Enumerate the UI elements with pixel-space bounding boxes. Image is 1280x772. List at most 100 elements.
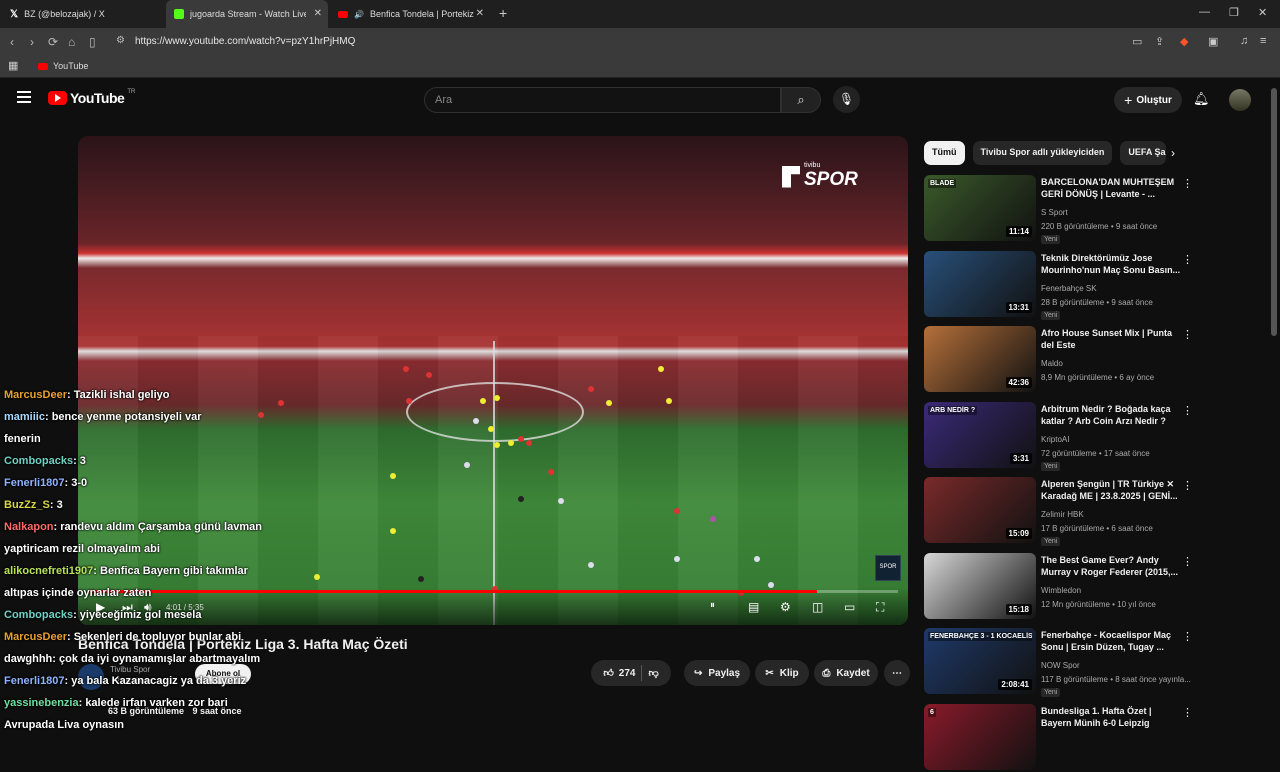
video-thumbnail[interactable]: BLADE 11:14 [924,175,1036,241]
channel-name[interactable]: Maldo [1041,359,1063,368]
video-thumbnail[interactable]: 15:18 [924,552,1036,619]
video-title[interactable]: Fenerbahçe - Kocaelispor Maç Sonu | Ersi… [1041,629,1181,653]
share-icon[interactable]: ⇪ [1155,35,1164,48]
settings-gear-icon[interactable]: ⚙ [780,600,791,614]
chat-username[interactable]: MarcusDeer [4,631,67,643]
cast-icon[interactable]: ▭ [1132,35,1142,48]
theater-mode-icon[interactable]: ▭ [844,600,855,614]
recommended-video[interactable]: 6 Bundesliga 1. Hafta Özet | Bayern Münih… [924,703,1193,772]
recommended-video[interactable]: ARB NEDİR ? 3:31 Arbitrum Nedir ? Boğada k… [924,401,1193,471]
subtitles-icon[interactable]: ▤ [748,600,759,614]
more-options-icon[interactable]: ⋮ [1182,706,1193,719]
more-actions-button[interactable]: ⋯ [884,660,910,686]
video-title[interactable]: BARCELONA'DAN MUHTEŞEM GERİ DÖNÜŞ | Leva… [1041,176,1181,200]
minimize-icon[interactable]: — [1199,6,1210,18]
site-info-icon[interactable]: ⚙ [116,35,125,46]
browser-tab-x[interactable]: 𝕏 BZ (@belozajak) / X [2,0,166,28]
reload-icon[interactable]: ⟳ [48,35,58,49]
close-tab-icon[interactable]: ✕ [314,8,322,19]
chat-username[interactable]: BuzZz_S [4,499,50,511]
chat-username[interactable]: mamiiic [4,411,45,423]
bookmark-youtube[interactable]: YouTube [38,61,88,71]
chat-username[interactable]: Combopacks [4,609,73,621]
more-options-icon[interactable]: ⋮ [1182,630,1193,643]
hamburger-menu-icon[interactable] [17,91,31,106]
recommended-video[interactable]: 13:31 Teknik Direktörümüz Jose Mourinho'n… [924,250,1193,320]
maximize-icon[interactable]: ❐ [1229,6,1239,19]
channel-name[interactable]: KriptoAI [1041,435,1069,444]
media-icon[interactable]: ♫ [1240,35,1248,47]
chat-username[interactable]: Nalkapon [4,521,54,533]
channel-name[interactable]: Wimbledon [1041,586,1081,595]
recommended-video[interactable]: 15:09 Alperen Şengün | TR Türkiye ✕ Karad… [924,477,1193,546]
more-options-icon[interactable]: ⋮ [1182,253,1193,266]
voice-search-button[interactable]: 🎙 [833,86,860,113]
url-field[interactable]: https://www.youtube.com/watch?v=pzY1hrPj… [135,36,355,47]
clip-button[interactable]: ✂ Klip [755,660,809,686]
recommended-video[interactable]: 15:18 The Best Game Ever? Andy Murray v R… [924,552,1193,621]
video-title[interactable]: Bundesliga 1. Hafta Özet | Bayern Münih … [1041,705,1181,729]
channel-name[interactable]: Zelimir HBK [1041,510,1084,519]
video-thumbnail[interactable]: 42:36 [924,326,1036,392]
video-title[interactable]: Arbitrum Nedir ? Boğada kaça katlar ? Ar… [1041,403,1181,427]
share-button[interactable]: ↪ Paylaş [684,660,750,686]
new-tab-icon[interactable]: + [499,5,507,21]
apps-grid-icon[interactable]: ▦ [8,59,18,72]
sidebar-icon[interactable]: ▣ [1208,35,1218,48]
channel-name[interactable]: Fenerbahçe SK [1041,284,1097,293]
channel-name[interactable]: S Sport [1041,208,1068,217]
video-thumbnail[interactable]: 6 [924,703,1036,770]
recommended-video[interactable]: 42:36 Afro House Sunset Mix | Punta del E… [924,326,1193,394]
filter-chip[interactable]: Tivibu Spor adlı yükleyiciden [972,141,1113,165]
recommended-video[interactable]: FENERBAHÇE 3 - 1 KOCAELİSPOR 2:08:41 Fener… [924,628,1193,697]
autoplay-toggle-icon[interactable]: ⏸ [710,600,715,611]
home-icon[interactable]: ⌂ [68,35,75,49]
video-title[interactable]: Alperen Şengün | TR Türkiye ✕ Karadağ ME… [1041,478,1181,502]
more-options-icon[interactable]: ⋮ [1182,479,1193,492]
chat-username[interactable]: yassinebenzia [4,697,79,709]
fullscreen-icon[interactable]: ⛶ [876,600,884,615]
dislike-button[interactable]: 👎︎ [648,667,658,679]
browser-tab-kick[interactable]: jugoarda Stream - Watch Live on ✕ [166,0,328,28]
youtube-logo[interactable]: YouTube TR [48,89,135,106]
channel-watermark[interactable]: SPOR [875,555,901,581]
brave-shield-icon[interactable]: ◆ [1180,35,1188,48]
video-title[interactable]: Teknik Direktörümüz Jose Mourinho'nun Ma… [1041,252,1181,276]
scrollbar[interactable] [1271,88,1277,336]
avatar[interactable] [1229,89,1251,111]
video-title[interactable]: The Best Game Ever? Andy Murray v Roger … [1041,554,1181,578]
chevron-right-icon[interactable]: › [1171,146,1175,160]
video-title[interactable]: Afro House Sunset Mix | Punta del Este [1041,327,1181,351]
more-options-icon[interactable]: ⋮ [1182,328,1193,341]
search-input[interactable]: Ara [424,87,781,113]
forward-icon[interactable]: › [30,35,34,49]
chat-username[interactable]: MarcusDeer [4,389,67,401]
chat-username[interactable]: Fenerli1807 [4,477,65,489]
bookmark-icon[interactable]: ▯ [89,35,96,49]
chat-username[interactable]: Combopacks [4,455,73,467]
browser-tab-youtube[interactable]: 🔊 Benfica Tondela | Portekiz Lig ✕ [330,0,490,28]
close-tab-icon[interactable]: ✕ [476,8,484,19]
video-thumbnail[interactable]: 13:31 [924,250,1036,317]
channel-name[interactable]: NOW Spor [1041,661,1080,670]
search-button[interactable]: ⌕ [781,87,821,113]
video-thumbnail[interactable]: 15:09 [924,477,1036,543]
more-options-icon[interactable]: ⋮ [1182,177,1193,190]
save-button[interactable]: ⎙ Kaydet [814,660,878,686]
more-options-icon[interactable]: ⋮ [1182,555,1193,568]
chat-username[interactable]: Fenerli1807 [4,675,65,687]
back-icon[interactable]: ‹ [10,35,14,49]
more-options-icon[interactable]: ⋮ [1182,404,1193,417]
recommended-video[interactable]: BLADE 11:14 BARCELONA'DAN MUHTEŞEM GERİ DÖ… [924,175,1193,244]
like-button[interactable]: 👍︎ 274 [603,667,635,680]
close-window-icon[interactable]: ✕ [1258,6,1267,19]
miniplayer-icon[interactable]: ◫ [812,600,823,614]
video-thumbnail[interactable]: FENERBAHÇE 3 - 1 KOCAELİSPOR 2:08:41 [924,628,1036,694]
chat-username[interactable]: dawghhh [4,653,52,665]
chat-username[interactable]: alikocnefreti1907 [4,565,93,577]
notifications-bell-icon[interactable]: 🔔︎ [1193,91,1210,107]
filter-chip[interactable]: Tümü [924,141,965,165]
video-thumbnail[interactable]: ARB NEDİR ? 3:31 [924,401,1036,468]
filter-chip[interactable]: UEFA Şam [1120,141,1167,165]
browser-menu-icon[interactable]: ≡ [1260,35,1266,47]
